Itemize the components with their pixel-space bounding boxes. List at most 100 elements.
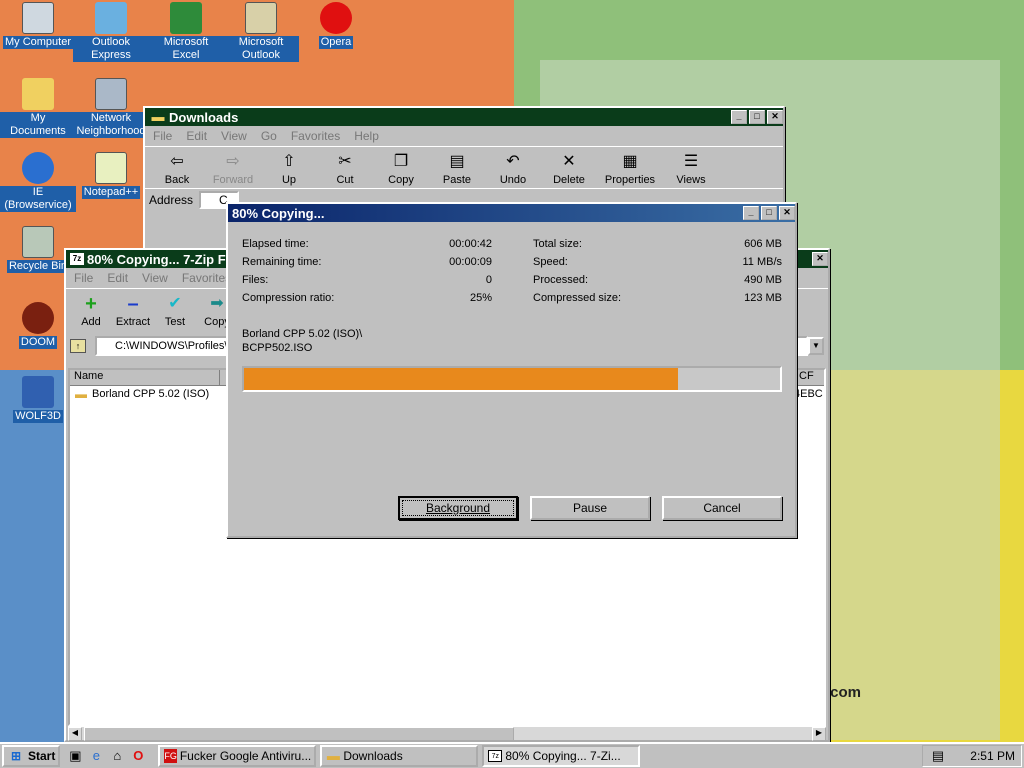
files-label: Files: bbox=[242, 274, 269, 286]
desktop-icon-outlook-express[interactable]: Outlook Express bbox=[73, 2, 149, 62]
wallpaper-text: .com bbox=[826, 684, 862, 701]
desktop-icon-excel[interactable]: Microsoft Excel bbox=[148, 2, 224, 62]
desktop-icon-notepadpp[interactable]: Notepad++ bbox=[73, 152, 149, 199]
elapsed-value: 00:00:42 bbox=[449, 238, 492, 250]
7zip-icon: 7z bbox=[488, 750, 503, 762]
cut-button[interactable]: ✂ Cut bbox=[317, 153, 373, 186]
minimize-button[interactable]: _ bbox=[743, 206, 759, 220]
close-button[interactable]: ✕ bbox=[767, 110, 783, 124]
column-header-name[interactable]: Name bbox=[70, 370, 220, 385]
copy-icon: ❐ bbox=[393, 153, 409, 170]
processed-value: 490 MB bbox=[744, 274, 782, 286]
horizontal-scrollbar[interactable]: ◀ ▶ bbox=[68, 726, 826, 741]
up-folder-icon: ⇧ bbox=[282, 153, 296, 170]
cancel-button[interactable]: Cancel bbox=[662, 496, 782, 520]
start-button[interactable]: ⊞ Start bbox=[2, 745, 61, 767]
up-folder-icon[interactable]: ↑ bbox=[70, 339, 86, 353]
scrollbar-thumb[interactable] bbox=[84, 727, 514, 741]
notepad-icon bbox=[95, 152, 127, 184]
current-file-path: Borland CPP 5.02 (ISO)\ bbox=[242, 328, 363, 340]
tray-app-icon[interactable]: ▤ bbox=[929, 747, 947, 765]
delete-x-icon: ✕ bbox=[562, 153, 576, 170]
path-dropdown-arrow[interactable]: ▼ bbox=[808, 337, 824, 355]
properties-button[interactable]: ▦ Properties bbox=[597, 153, 663, 186]
properties-icon: ▦ bbox=[622, 153, 638, 170]
clock[interactable]: 2:51 PM bbox=[970, 749, 1015, 763]
menu-go[interactable]: Go bbox=[261, 129, 277, 143]
current-file-name: BCPP502.ISO bbox=[242, 342, 313, 354]
extract-button[interactable]: – Extract bbox=[112, 293, 154, 328]
speed-value: 11 MB/s bbox=[742, 256, 782, 268]
delete-button[interactable]: ✕ Delete bbox=[541, 153, 597, 186]
desktop-icon-my-computer[interactable]: My Computer bbox=[0, 2, 76, 49]
internet-explorer-icon bbox=[22, 152, 54, 184]
desktop-icon-outlook[interactable]: Microsoft Outlook bbox=[223, 2, 299, 62]
network-icon bbox=[95, 78, 127, 110]
add-button[interactable]: + Add bbox=[70, 294, 112, 328]
background-button[interactable]: Background bbox=[398, 496, 518, 520]
desktop-icon-ie[interactable]: IE (Browservice) bbox=[0, 152, 76, 212]
views-button[interactable]: ☰ Views bbox=[663, 153, 719, 186]
maximize-button[interactable]: □ bbox=[761, 206, 777, 220]
remaining-value: 00:00:09 bbox=[449, 256, 492, 268]
menu-edit[interactable]: Edit bbox=[186, 129, 207, 143]
menu-view[interactable]: View bbox=[221, 129, 247, 143]
test-button[interactable]: ✔ Test bbox=[154, 295, 196, 328]
minimize-button[interactable]: _ bbox=[731, 110, 747, 124]
task-7zip-copying[interactable]: 7z 80% Copying... 7-Zi... bbox=[482, 745, 641, 767]
system-tray: ▤ 2:51 PM bbox=[922, 745, 1022, 767]
menu-file[interactable]: File bbox=[153, 129, 172, 143]
downloads-titlebar: ▬ Downloads _ □ ✕ bbox=[145, 108, 783, 126]
minus-icon: – bbox=[127, 293, 139, 315]
menu-edit[interactable]: Edit bbox=[107, 271, 128, 285]
outlook-express-icon bbox=[95, 2, 127, 34]
network-icon[interactable]: ⌂ bbox=[108, 747, 126, 765]
back-button[interactable]: ⇦ Back bbox=[149, 153, 205, 186]
scroll-right-arrow[interactable]: ▶ bbox=[812, 727, 826, 741]
paste-button[interactable]: ▤ Paste bbox=[429, 153, 485, 186]
copy-button[interactable]: ❐ Copy bbox=[373, 153, 429, 186]
column-header-crc[interactable]: CF bbox=[794, 370, 824, 385]
excel-icon bbox=[170, 2, 202, 34]
elapsed-label: Elapsed time: bbox=[242, 238, 309, 250]
menu-favorites[interactable]: Favorites bbox=[182, 271, 231, 285]
folder-icon: ▬ bbox=[75, 387, 87, 401]
scroll-left-arrow[interactable]: ◀ bbox=[68, 727, 82, 741]
compressed-size-label: Compressed size: bbox=[533, 292, 622, 304]
progress-bar bbox=[242, 366, 782, 392]
task-antivirus[interactable]: FG Fucker Google Antiviru... bbox=[158, 745, 317, 767]
checkmark-icon: ✔ bbox=[168, 295, 182, 312]
desktop-icon-my-documents[interactable]: My Documents bbox=[0, 78, 76, 138]
7zip-icon: 7z bbox=[70, 253, 84, 265]
forward-arrow-icon: ⇨ bbox=[226, 153, 240, 170]
undo-button[interactable]: ↶ Undo bbox=[485, 153, 541, 186]
task-downloads[interactable]: ▬ Downloads bbox=[320, 745, 479, 767]
menu-view[interactable]: View bbox=[142, 271, 168, 285]
pause-button[interactable]: Pause bbox=[530, 496, 650, 520]
desktop-icon-network[interactable]: Network Neighborhood bbox=[73, 78, 149, 138]
opera-icon bbox=[320, 2, 352, 34]
menu-file[interactable]: File bbox=[74, 271, 93, 285]
maximize-button[interactable]: □ bbox=[749, 110, 765, 124]
close-button[interactable]: ✕ bbox=[779, 206, 795, 220]
computer-icon bbox=[22, 2, 54, 34]
menu-favorites[interactable]: Favorites bbox=[291, 129, 340, 143]
show-desktop-icon[interactable]: ▣ bbox=[66, 747, 84, 765]
paste-icon: ▤ bbox=[449, 153, 465, 170]
forward-button[interactable]: ⇨ Forward bbox=[205, 153, 261, 186]
ratio-label: Compression ratio: bbox=[242, 292, 335, 304]
desktop-icon-opera[interactable]: Opera bbox=[298, 2, 374, 49]
folder-icon bbox=[22, 78, 54, 110]
views-icon: ☰ bbox=[683, 153, 699, 170]
copy-arrow-icon: ➡ bbox=[210, 295, 224, 312]
doom-icon bbox=[22, 302, 54, 334]
recycle-bin-icon bbox=[22, 226, 54, 258]
internet-explorer-icon[interactable]: e bbox=[87, 747, 105, 765]
windows-logo-icon: ⊞ bbox=[10, 749, 22, 763]
close-button[interactable]: ✕ bbox=[812, 252, 828, 266]
downloads-toolbar: ⇦ Back ⇨ Forward ⇧ Up ✂ Cut ❐ Copy ▤ Paste ↶ Un… bbox=[145, 146, 783, 188]
address-label: Address bbox=[149, 193, 194, 207]
menu-help[interactable]: Help bbox=[354, 129, 379, 143]
up-button[interactable]: ⇧ Up bbox=[261, 153, 317, 186]
opera-icon[interactable]: O bbox=[129, 747, 147, 765]
